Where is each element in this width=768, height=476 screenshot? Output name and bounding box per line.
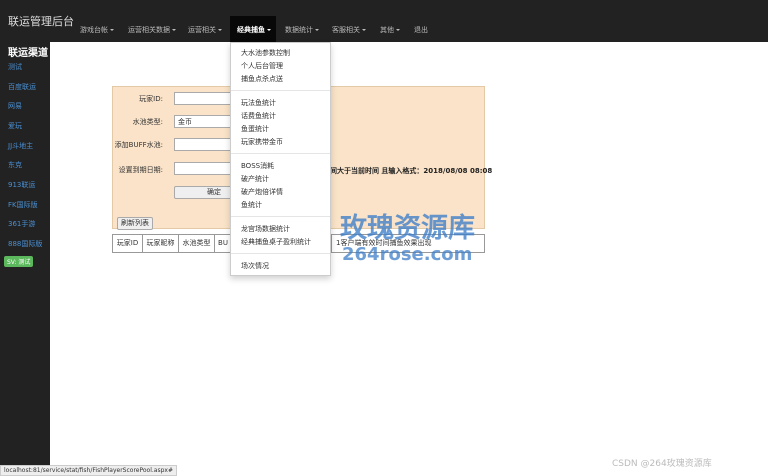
chevron-down-icon — [110, 29, 114, 31]
menu-item-player-gold[interactable]: 玩家携带金币 — [241, 137, 283, 147]
buff-pool-input[interactable] — [174, 138, 234, 151]
chevron-down-icon — [218, 29, 222, 31]
menu-item-table-profit[interactable]: 经典捕鱼桌子盈利统计 — [241, 237, 311, 247]
nav-ops[interactable]: 运营相关 — [188, 25, 222, 35]
nav-customer-service[interactable]: 客服相关 — [332, 25, 366, 35]
menu-item-personal-admin[interactable]: 个人后台管理 — [241, 61, 283, 71]
player-id-input[interactable] — [174, 92, 234, 105]
sidebar: 联运渠道 测试 百度联运 网易 爱玩 JJ斗地主 东克 913联运 FK国际版 … — [0, 42, 50, 476]
menu-item-boss-cost[interactable]: BOSS消耗 — [241, 161, 274, 171]
nav-ops-data[interactable]: 运营相关数据 — [128, 25, 176, 35]
menu-divider — [231, 153, 330, 154]
watermark-url: 264rose.com — [342, 244, 473, 265]
menu-item-session-status[interactable]: 场次情况 — [241, 261, 269, 271]
server-badge: SV: 测试 — [4, 256, 34, 267]
nav-other[interactable]: 其他 — [380, 25, 400, 35]
sidebar-item-baidu[interactable]: 百度联运 — [8, 82, 36, 92]
sidebar-item-test[interactable]: 测试 — [8, 62, 22, 72]
menu-item-pool-control[interactable]: 大水池参数控制 — [241, 48, 290, 58]
col-player-nick: 玩家昵称 — [143, 235, 179, 252]
sidebar-title: 联运渠道 — [8, 48, 48, 59]
menu-divider — [231, 90, 330, 91]
chevron-down-icon — [315, 29, 319, 31]
pool-type-label: 水池类型: — [132, 118, 163, 126]
chevron-down-icon — [267, 29, 271, 31]
sidebar-item-jj[interactable]: JJ斗地主 — [8, 141, 33, 151]
menu-item-fish-stats[interactable]: 鱼统计 — [241, 200, 262, 210]
menu-item-play-fish-stats[interactable]: 玩法鱼统计 — [241, 98, 276, 108]
col-pool-type: 水池类型 — [179, 235, 215, 252]
sidebar-item-fk-intl[interactable]: FK国际版 — [8, 200, 38, 210]
menu-divider — [231, 216, 330, 217]
browser-status-url: localhost:81/service/stat/fish/FishPlaye… — [0, 465, 177, 476]
menu-item-kill-send[interactable]: 捕鱼点杀点送 — [241, 74, 283, 84]
sidebar-item-888-intl[interactable]: 888国际版 — [8, 239, 42, 249]
top-navbar: 联运管理后台 游戏台帐 运营相关数据 运营相关 经典捕鱼 数据统计 客服相关 其… — [0, 0, 768, 42]
player-id-label: 玩家ID: — [139, 95, 163, 103]
nav-classic-fishing[interactable]: 经典捕鱼 — [237, 25, 271, 35]
nav-data-stats[interactable]: 数据统计 — [285, 25, 319, 35]
pool-type-select[interactable]: 金币 — [174, 115, 234, 128]
expire-date-label: 设置到期日期: — [118, 166, 163, 174]
sidebar-item-aiwan[interactable]: 爱玩 — [8, 121, 22, 131]
watermark-title: 玫瑰资源库 — [340, 213, 475, 244]
sidebar-item-913[interactable]: 913联运 — [8, 180, 35, 190]
classic-fishing-dropdown: 大水池参数控制 个人后台管理 捕鱼点杀点送 玩法鱼统计 话费鱼统计 鱼蛋统计 玩… — [230, 42, 331, 276]
menu-item-phone-fish-stats[interactable]: 话费鱼统计 — [241, 111, 276, 121]
expire-date-input[interactable] — [174, 162, 234, 175]
menu-divider — [231, 253, 330, 254]
nav-logout[interactable]: 退出 — [414, 25, 428, 35]
sidebar-item-netease[interactable]: 网易 — [8, 101, 22, 111]
sidebar-item-dongke[interactable]: 东克 — [8, 160, 22, 170]
chevron-down-icon — [362, 29, 366, 31]
csdn-credit: CSDN @264玫瑰资源库 — [612, 459, 712, 469]
col-buff: BU — [218, 239, 228, 247]
buff-pool-label: 添加BUFF水池: — [114, 141, 163, 149]
menu-item-dragon-palace-stats[interactable]: 龙宫场数据统计 — [241, 224, 290, 234]
menu-item-bankrupt-detail[interactable]: 破产炮倍详情 — [241, 187, 283, 197]
chevron-down-icon — [396, 29, 400, 31]
sidebar-item-361[interactable]: 361手游 — [8, 219, 35, 229]
nav-game-ledger[interactable]: 游戏台帐 — [80, 25, 114, 35]
date-format-hint: 间大于当前时间 且输入格式：2018/08/08 08:08 — [330, 167, 493, 175]
col-player-id: 玩家ID — [113, 235, 143, 252]
refresh-list-button[interactable]: 刷新列表 — [117, 217, 153, 230]
brand-title[interactable]: 联运管理后台 — [8, 13, 74, 29]
chevron-down-icon — [172, 29, 176, 31]
menu-item-fish-egg-stats[interactable]: 鱼蛋统计 — [241, 124, 269, 134]
menu-item-bankrupt-stats[interactable]: 破产统计 — [241, 174, 269, 184]
